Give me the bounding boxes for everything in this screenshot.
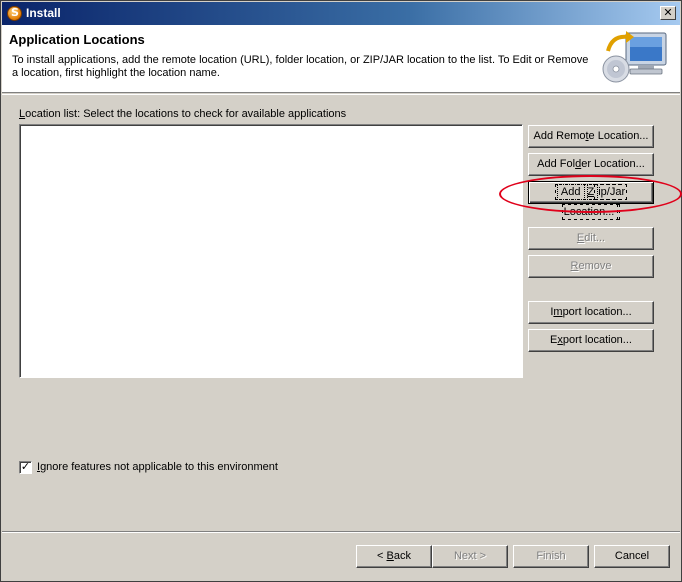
header-divider [2, 94, 680, 95]
add-folder-location-button[interactable]: Add Folder Location... [528, 153, 654, 176]
install-dialog: Install ✕ Application Locations To insta… [0, 0, 682, 582]
window-title: Install [26, 6, 61, 20]
back-button[interactable]: < Back [356, 545, 432, 568]
ignore-features-label: Ignore features not applicable to this e… [37, 461, 278, 473]
location-list-label: Location list: Select the locations to c… [19, 108, 347, 120]
ignore-features-checkbox[interactable]: ✓ [19, 461, 32, 474]
add-remote-location-button[interactable]: Add Remote Location... [528, 125, 654, 148]
cancel-button[interactable]: Cancel [594, 545, 670, 568]
finish-button[interactable]: Finish [513, 545, 589, 568]
edit-button[interactable]: Edit... [528, 227, 654, 250]
title-bar[interactable]: Install ✕ [2, 2, 680, 25]
next-button[interactable]: Next > [432, 545, 508, 568]
annotation-ellipse [499, 175, 682, 213]
page-description: To install applications, add the remote … [12, 54, 589, 79]
page-title: Application Locations [9, 32, 145, 47]
remove-button[interactable]: Remove [528, 255, 654, 278]
import-location-button[interactable]: Import location... [528, 301, 654, 324]
location-list[interactable] [19, 124, 523, 378]
install-wizard-icon [602, 31, 667, 83]
export-location-button[interactable]: Export location... [528, 329, 654, 352]
wizard-header: Application Locations To install applica… [2, 25, 680, 93]
close-icon[interactable]: ✕ [660, 6, 676, 20]
app-logo-icon [7, 6, 22, 21]
footer-divider [2, 531, 680, 533]
